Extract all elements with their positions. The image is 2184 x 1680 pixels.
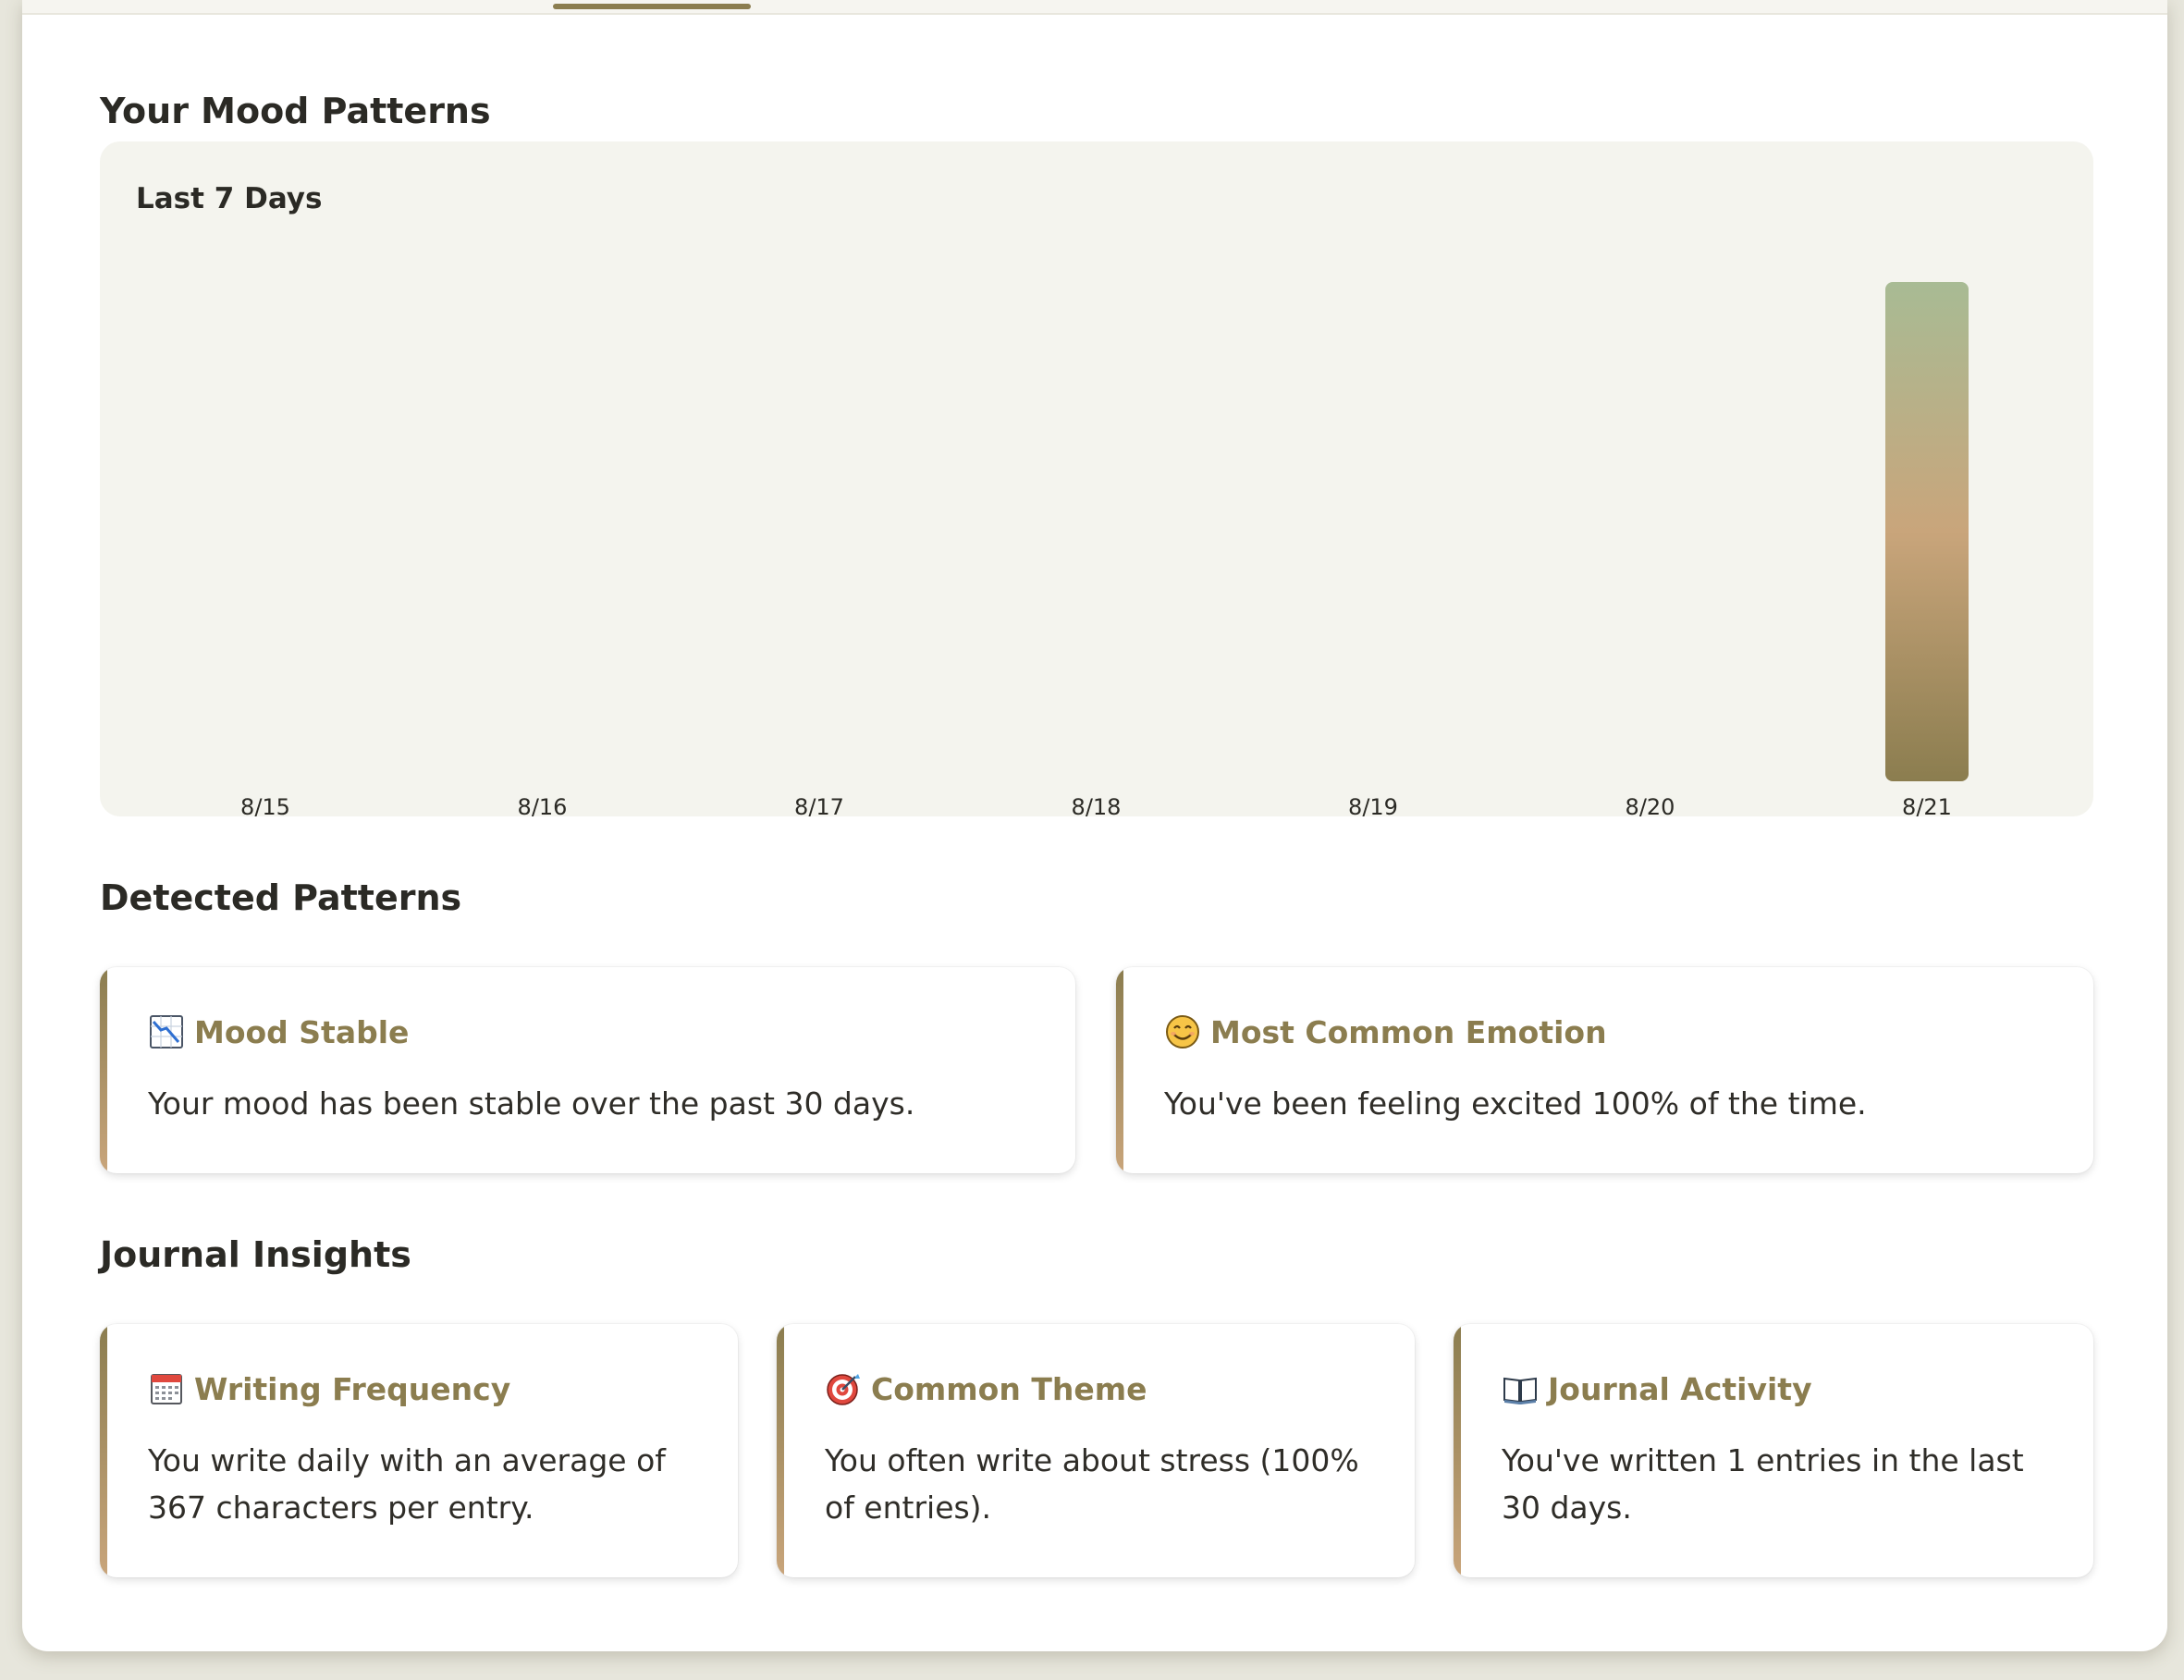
detected-patterns-heading: Detected Patterns <box>100 877 462 918</box>
card-accent-bar <box>100 967 107 1173</box>
card-accent-bar <box>777 1324 784 1577</box>
x-tick-label: 8/17 <box>794 794 844 816</box>
card-accent-bar <box>1116 967 1123 1173</box>
card-title: Most Common Emotion <box>1210 1013 1607 1050</box>
mood-bar-chart: 8/15 8/16 8/17 8/18 8/19 8/20 8/21 <box>240 282 1969 816</box>
x-tick-label: 8/19 <box>1348 794 1398 816</box>
insight-card-journal-activity: Journal Activity You've written 1 entrie… <box>1454 1324 2093 1577</box>
card-title: Journal Activity <box>1548 1370 1812 1407</box>
card-title: Mood Stable <box>194 1013 410 1050</box>
smiling-face-icon <box>1166 1015 1199 1048</box>
active-tab-indicator <box>553 4 751 9</box>
x-tick-label: 8/15 <box>240 794 290 816</box>
tab-bar <box>22 0 2167 15</box>
x-axis-labels: 8/15 8/16 8/17 8/18 8/19 8/20 8/21 <box>240 794 1952 816</box>
open-book-icon <box>1503 1377 1537 1404</box>
mood-bar-8-21 <box>1885 282 1969 781</box>
x-tick-label: 8/21 <box>1902 794 1952 816</box>
x-tick-label: 8/16 <box>518 794 568 816</box>
mood-patterns-heading: Your Mood Patterns <box>100 91 491 131</box>
card-title: Common Theme <box>871 1370 1147 1407</box>
x-tick-label: 8/18 <box>1072 794 1122 816</box>
pattern-card-common-emotion: Most Common Emotion You've been feeling … <box>1116 967 2093 1173</box>
x-tick-label: 8/20 <box>1626 794 1675 816</box>
card-description: You've been feeling excited 100% of the … <box>1164 1085 1867 1122</box>
mood-chart-panel: Last 7 Days 8/15 8/16 8/17 8/18 8/19 8/20 8/21 <box>100 141 2093 816</box>
pattern-card-mood-stable: Mood Stable Your mood has been stable ov… <box>100 967 1075 1173</box>
insight-card-writing-frequency: Writing Frequency You write daily with a… <box>100 1324 738 1577</box>
journal-insights-heading: Journal Insights <box>100 1234 411 1275</box>
card-description: Your mood has been stable over the past … <box>148 1085 915 1122</box>
target-icon <box>827 1374 860 1405</box>
card-description: You write daily with an average of 367 c… <box>148 1442 666 1526</box>
insights-page: Your Mood Patterns Last 7 Days 8/15 8/16 8… <box>22 0 2167 1651</box>
card-description: You often write about stress (100% of en… <box>825 1442 1359 1526</box>
calendar-icon <box>151 1374 182 1404</box>
insight-card-common-theme: Common Theme You often write about stres… <box>777 1324 1415 1577</box>
chart-decreasing-icon <box>150 1015 183 1048</box>
card-title: Writing Frequency <box>194 1370 511 1407</box>
card-description: You've written 1 entries in the last 30 … <box>1502 1442 2024 1526</box>
card-accent-bar <box>1454 1324 1461 1577</box>
bars-group <box>1885 282 1969 781</box>
card-accent-bar <box>100 1324 107 1577</box>
